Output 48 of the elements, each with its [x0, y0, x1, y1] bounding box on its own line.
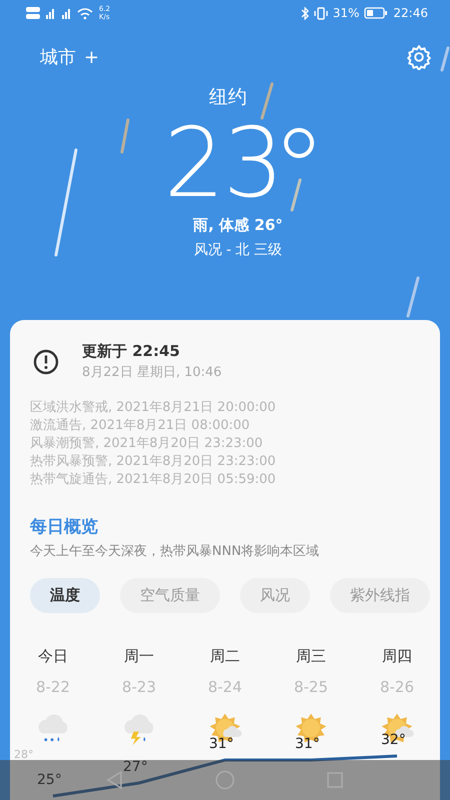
condition-text: 雨, 体感 26°: [193, 216, 283, 235]
alert-text: 热带气旋通告, 2021年8月20日 05:59:00: [30, 471, 277, 489]
day-date: 8-25: [294, 678, 328, 696]
updated-date: 8月22日 星期日, 10:46: [82, 364, 222, 381]
city-name: 纽约: [209, 85, 247, 110]
day-name: 周二: [210, 647, 240, 666]
current-temperature: 23: [164, 108, 282, 218]
temperature-label: 28°: [14, 748, 34, 761]
clock: 22:46: [393, 6, 428, 20]
tab[interactable]: 空气质量: [120, 578, 220, 613]
rain-streak: [120, 118, 130, 154]
cities-button[interactable]: 城市: [40, 45, 76, 69]
daily-overview-title: 每日概览: [30, 516, 99, 538]
day-name: 周四: [382, 647, 412, 666]
alert-icon: [32, 348, 60, 376]
rain-streak: [290, 178, 302, 212]
battery-percentage: 31%: [332, 6, 360, 20]
rain-streak: [406, 276, 420, 318]
alert-text: 区域洪水警戒, 2021年8月21日 20:00:00: [30, 399, 277, 417]
updated-title: 更新于 22:45: [82, 342, 181, 361]
add-city-button[interactable]: +: [84, 46, 100, 68]
temperature-label: 31°: [295, 736, 320, 752]
tab[interactable]: 紫外线指: [330, 578, 430, 613]
settings-icon[interactable]: [406, 44, 432, 70]
bluetooth-icon: [300, 6, 309, 20]
alert-text: 热带风暴预警, 2021年8月20日 23:23:00: [30, 453, 277, 471]
temperature-label: 31°: [209, 736, 234, 752]
day-date: 8-22: [36, 678, 70, 696]
day-name: 今日: [38, 647, 68, 666]
tab[interactable]: 温度: [30, 578, 100, 613]
battery-icon: [364, 7, 388, 19]
alert-text: 激流通告, 2021年8月21日 08:00:00: [30, 417, 251, 435]
rain-streak: [260, 82, 274, 120]
degree-icon: [282, 126, 316, 160]
day-date: 8-23: [122, 678, 156, 696]
daily-summary: 今天上午至今天深夜，热带风暴NNN将影响本区域: [30, 543, 320, 560]
day-date: 8-24: [208, 678, 242, 696]
alert-text: 风暴潮预警, 2021年8月20日 23:23:00: [30, 435, 264, 453]
rain-streak: [440, 46, 450, 72]
vibrate-icon: [314, 6, 328, 20]
day-name: 周一: [124, 647, 154, 666]
signal-icon: [26, 6, 94, 20]
temperature-label: 25°: [37, 772, 62, 788]
wind-text: 风况 - 北 三级: [194, 241, 282, 259]
day-name: 周三: [296, 647, 326, 666]
tab[interactable]: 风况: [240, 578, 310, 613]
day-date: 8-26: [380, 678, 414, 696]
temperature-label: 27°: [123, 759, 148, 775]
